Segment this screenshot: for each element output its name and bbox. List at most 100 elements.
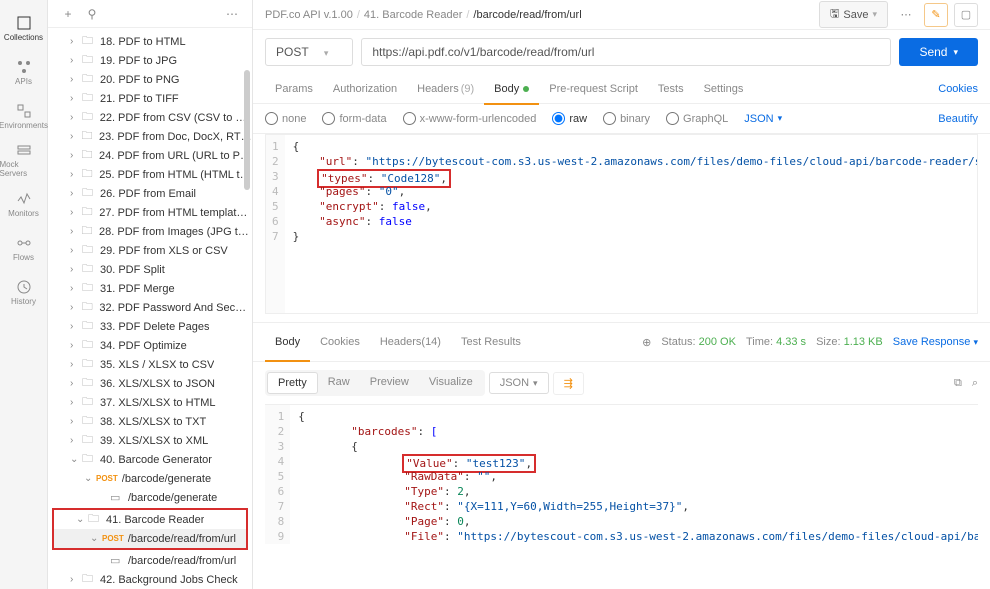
save-button[interactable]: 🖫Save▾ bbox=[819, 1, 888, 28]
comment-icon[interactable]: ▢ bbox=[954, 3, 978, 27]
tree-item[interactable]: ›🗀20. PDF to PNG bbox=[48, 70, 252, 89]
folder-icon: 🗀 bbox=[82, 431, 96, 450]
folder-icon: 🗀 bbox=[82, 127, 95, 146]
globe-icon[interactable]: ⊕ bbox=[642, 336, 651, 349]
resp-tab-cookies[interactable]: Cookies bbox=[310, 329, 370, 355]
tree-item[interactable]: ›🗀37. XLS/XLSX to HTML bbox=[48, 393, 252, 412]
scrollbar-thumb[interactable] bbox=[244, 70, 250, 190]
tree-item[interactable]: ›🗀35. XLS / XLSX to CSV bbox=[48, 355, 252, 374]
tree-item[interactable]: ›🗀22. PDF from CSV (CSV to P… bbox=[48, 108, 252, 127]
body-type-formdata[interactable]: form-data bbox=[322, 112, 386, 125]
tree-item[interactable]: ›🗀30. PDF Split bbox=[48, 260, 252, 279]
tab-headers[interactable]: Headers (9) bbox=[407, 74, 484, 104]
breadcrumb-root[interactable]: PDF.co API v.1.00 bbox=[265, 9, 353, 21]
cookies-link[interactable]: Cookies bbox=[938, 83, 978, 95]
response-body-viewer[interactable]: 1234567891011 { "barcodes": [ { "Value":… bbox=[265, 404, 978, 544]
folder-icon: 🗀 bbox=[82, 32, 96, 51]
tab-settings[interactable]: Settings bbox=[694, 74, 754, 104]
folder-icon: 🗀 bbox=[82, 89, 96, 108]
folder-icon: 🗀 bbox=[82, 165, 96, 184]
rail-collections[interactable]: Collections bbox=[0, 8, 48, 48]
breadcrumb: PDF.co API v.1.00 / 41. Barcode Reader /… bbox=[253, 0, 990, 30]
tree-item[interactable]: ›🗀31. PDF Merge bbox=[48, 279, 252, 298]
tree-item[interactable]: ⌄POST/barcode/generate bbox=[48, 469, 252, 488]
body-type-graphql[interactable]: GraphQL bbox=[666, 112, 728, 125]
tab-params[interactable]: Params bbox=[265, 74, 323, 104]
url-bar: POST ▾ Send▾ bbox=[253, 30, 990, 74]
tree-item[interactable]: ›🗀24. PDF from URL (URL to PDF) bbox=[48, 146, 252, 165]
tree-item[interactable]: ⌄POST/barcode/read/from/url bbox=[54, 529, 246, 548]
body-type-raw[interactable]: raw bbox=[552, 112, 587, 125]
request-tabs: Params Authorization Headers (9) Body Pr… bbox=[253, 74, 990, 104]
tree-item[interactable]: ›🗀23. PDF from Doc, DocX, RTF… bbox=[48, 127, 252, 146]
new-button[interactable]: + bbox=[56, 2, 80, 26]
folder-icon: 🗀 bbox=[82, 570, 96, 589]
rail-flows[interactable]: Flows bbox=[0, 228, 48, 268]
breadcrumb-folder[interactable]: 41. Barcode Reader bbox=[364, 9, 462, 21]
resp-tab-headers[interactable]: Headers (14) bbox=[370, 329, 451, 355]
folder-icon: 🗀 bbox=[82, 203, 96, 222]
tab-tests[interactable]: Tests bbox=[648, 74, 694, 104]
folder-icon: 🗀 bbox=[82, 184, 96, 203]
tree-item[interactable]: ›🗀36. XLS/XLSX to JSON bbox=[48, 374, 252, 393]
rail-mock-servers[interactable]: Mock Servers bbox=[0, 140, 48, 180]
edit-icon[interactable]: ✎ bbox=[924, 3, 948, 27]
tree-item[interactable]: ›🗀18. PDF to HTML bbox=[48, 32, 252, 51]
tree-item[interactable]: ›🗀33. PDF Delete Pages bbox=[48, 317, 252, 336]
resp-format-select[interactable]: JSON▾ bbox=[489, 372, 549, 394]
filter-button[interactable]: ⚲ bbox=[80, 2, 104, 26]
copy-icon[interactable]: ⧉ bbox=[954, 377, 962, 390]
send-button[interactable]: Send▾ bbox=[899, 38, 978, 66]
resp-view-raw[interactable]: Raw bbox=[318, 372, 360, 394]
more-actions-button[interactable]: ⋯ bbox=[894, 3, 918, 27]
sidebar-toolbar: + ⚲ ⋯ bbox=[48, 0, 252, 28]
more-button[interactable]: ⋯ bbox=[220, 2, 244, 26]
rail-history[interactable]: History bbox=[0, 272, 48, 312]
tree-item[interactable]: ›🗀28. PDF from Images (JPG to … bbox=[48, 222, 252, 241]
resp-tab-body[interactable]: Body bbox=[265, 329, 310, 355]
body-type-row: none form-data x-www-form-urlencoded raw… bbox=[253, 104, 990, 134]
resp-tab-tests[interactable]: Test Results bbox=[451, 329, 531, 355]
folder-icon: 🗀 bbox=[82, 412, 96, 431]
rail-environments[interactable]: Environments bbox=[0, 96, 48, 136]
save-icon: 🖫 bbox=[830, 5, 839, 24]
url-input[interactable] bbox=[361, 38, 891, 66]
tree-item[interactable]: ›🗀25. PDF from HTML (HTML to… bbox=[48, 165, 252, 184]
tab-authorization[interactable]: Authorization bbox=[323, 74, 407, 104]
resp-view-preview[interactable]: Preview bbox=[360, 372, 419, 394]
tree-item[interactable]: ›🗀26. PDF from Email bbox=[48, 184, 252, 203]
tree-item[interactable]: ›🗀19. PDF to JPG bbox=[48, 51, 252, 70]
resp-view-pretty[interactable]: Pretty bbox=[267, 372, 318, 394]
method-select[interactable]: POST ▾ bbox=[265, 38, 353, 66]
rail-apis[interactable]: APIs bbox=[0, 52, 48, 92]
tree-item[interactable]: ›🗀32. PDF Password And Secur… bbox=[48, 298, 252, 317]
dot-indicator-icon bbox=[523, 86, 529, 92]
tree-item[interactable]: ⌄🗀40. Barcode Generator bbox=[48, 450, 252, 469]
body-raw-type-select[interactable]: JSON▾ bbox=[744, 113, 782, 125]
beautify-link[interactable]: Beautify bbox=[938, 113, 978, 125]
tree-item[interactable]: ›🗀42. Background Jobs Check bbox=[48, 570, 252, 589]
tree-item[interactable]: ⌄🗀41. Barcode Reader bbox=[54, 510, 246, 529]
tree-item[interactable]: ›🗀39. XLS/XLSX to XML bbox=[48, 431, 252, 450]
request-body-editor[interactable]: 1234567 { "url": "https://bytescout-com.… bbox=[265, 134, 978, 314]
tree-item[interactable]: ›🗀29. PDF from XLS or CSV bbox=[48, 241, 252, 260]
body-type-urlencoded[interactable]: x-www-form-urlencoded bbox=[403, 112, 537, 125]
tree-item[interactable]: ›🗀27. PDF from HTML template … bbox=[48, 203, 252, 222]
tree-item[interactable]: ›🗀21. PDF to TIFF bbox=[48, 89, 252, 108]
example-icon: ▭ bbox=[110, 554, 124, 567]
resp-wrap-toggle[interactable]: ⇶ bbox=[553, 372, 584, 395]
tree-item[interactable]: ▭/barcode/generate bbox=[48, 488, 252, 507]
tree-item[interactable]: ▭/barcode/read/from/url bbox=[48, 551, 252, 570]
search-icon[interactable]: ⌕ bbox=[972, 377, 978, 390]
tree-item[interactable]: ›🗀34. PDF Optimize bbox=[48, 336, 252, 355]
body-type-none[interactable]: none bbox=[265, 112, 306, 125]
example-icon: ▭ bbox=[110, 491, 124, 504]
save-response-link[interactable]: Save Response ▾ bbox=[893, 336, 978, 349]
tab-prerequest[interactable]: Pre-request Script bbox=[539, 74, 648, 104]
rail-monitors[interactable]: Monitors bbox=[0, 184, 48, 224]
body-type-binary[interactable]: binary bbox=[603, 112, 650, 125]
collection-tree[interactable]: ›🗀18. PDF to HTML›🗀19. PDF to JPG›🗀20. P… bbox=[48, 28, 252, 589]
tree-item[interactable]: ›🗀38. XLS/XLSX to TXT bbox=[48, 412, 252, 431]
tab-body[interactable]: Body bbox=[484, 74, 539, 104]
resp-view-visualize[interactable]: Visualize bbox=[419, 372, 483, 394]
